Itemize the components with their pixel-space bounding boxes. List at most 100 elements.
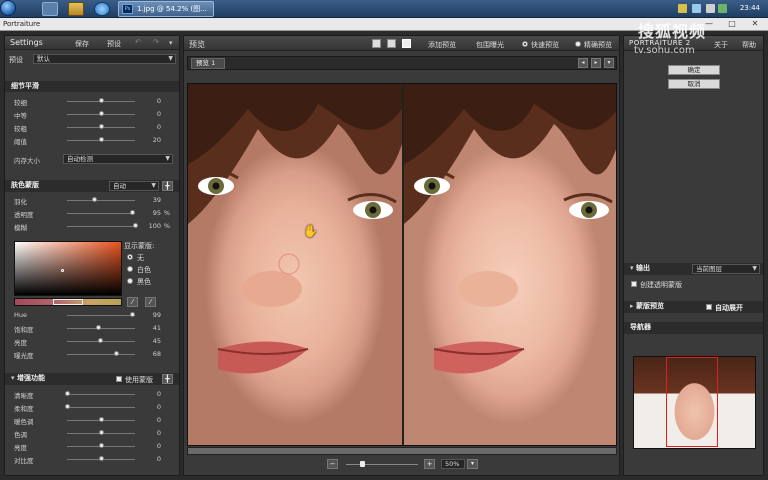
auto-expand-checkbox[interactable] xyxy=(706,304,712,310)
horizontal-scrollbar[interactable] xyxy=(187,447,617,455)
slider-value[interactable]: 0 xyxy=(157,390,161,398)
split-horizontal-icon[interactable] xyxy=(387,39,396,48)
preset-button[interactable]: 预设 xyxy=(107,39,121,49)
slider-knob[interactable] xyxy=(65,404,70,409)
zoom-slider-knob[interactable] xyxy=(360,461,365,467)
slider-value[interactable]: 41 xyxy=(153,324,161,332)
slider-knob[interactable] xyxy=(99,137,104,142)
zoom-out-button[interactable]: − xyxy=(327,459,338,469)
slider-value[interactable]: 99 xyxy=(153,311,161,319)
slider-value[interactable]: 0 xyxy=(157,455,161,463)
redo-icon[interactable]: ↷ xyxy=(153,38,159,46)
add-preview-button[interactable]: 添加预览 xyxy=(428,40,456,50)
clock[interactable]: 23:44 xyxy=(740,4,760,12)
slider-value[interactable]: 95 xyxy=(153,209,161,217)
help-link[interactable]: 帮助 xyxy=(742,40,756,50)
slider-knob[interactable] xyxy=(99,456,104,461)
slider-value[interactable]: 0 xyxy=(157,97,161,105)
output-dropdown[interactable]: 当前图层 ▼ xyxy=(692,264,760,274)
surround-light-button[interactable]: 包围曝光 xyxy=(476,40,504,50)
tray-network-icon[interactable] xyxy=(692,4,701,13)
slider-value[interactable]: 0 xyxy=(157,416,161,424)
undo-icon[interactable]: ↶ xyxy=(135,38,141,46)
slider-track[interactable] xyxy=(67,111,135,116)
show-mask-black-radio[interactable] xyxy=(127,278,133,284)
mask-picker-button[interactable]: ╋ xyxy=(162,181,173,191)
start-button-icon[interactable] xyxy=(0,0,16,16)
close-button[interactable]: ✕ xyxy=(744,19,766,30)
slider-knob[interactable] xyxy=(113,351,119,356)
tray-volume-icon[interactable] xyxy=(706,4,715,13)
slider-track[interactable] xyxy=(65,391,135,396)
slider-track[interactable] xyxy=(67,443,135,448)
minimize-button[interactable]: — xyxy=(698,19,720,30)
slider-knob[interactable] xyxy=(99,430,104,435)
slider-track[interactable] xyxy=(67,338,135,343)
slider-track[interactable] xyxy=(67,124,135,129)
slider-value[interactable]: 0 xyxy=(157,403,161,411)
slider-track[interactable] xyxy=(67,312,135,317)
color-cursor[interactable] xyxy=(61,269,64,272)
enhance-picker-button[interactable]: ╋ xyxy=(162,374,173,384)
slider-knob[interactable] xyxy=(99,443,104,448)
slider-knob[interactable] xyxy=(97,338,103,343)
slider-knob[interactable] xyxy=(129,210,135,215)
preset-dropdown[interactable]: 默认 ▼ xyxy=(33,54,176,64)
expand-arrow-icon[interactable]: ▸ xyxy=(630,302,634,310)
slider-value[interactable]: 0 xyxy=(157,429,161,437)
maximize-button[interactable]: □ xyxy=(721,19,743,30)
use-mask-checkbox[interactable] xyxy=(116,376,122,382)
slider-track[interactable] xyxy=(67,417,135,422)
slider-track[interactable] xyxy=(67,223,138,228)
save-button[interactable]: 保存 xyxy=(75,39,89,49)
collapse-arrow-icon[interactable]: ▾ xyxy=(630,264,634,272)
tray-shield-icon[interactable] xyxy=(678,4,687,13)
mask-mode-dropdown[interactable]: 自动 ▼ xyxy=(109,181,159,191)
color-field[interactable] xyxy=(14,241,122,296)
preview-image-area[interactable]: ✋ xyxy=(187,83,617,446)
preview-after[interactable] xyxy=(404,84,616,445)
menu-arrow-icon[interactable]: ▾ xyxy=(169,39,173,47)
slider-knob[interactable] xyxy=(99,124,104,129)
cancel-button[interactable]: 取消 xyxy=(668,79,720,89)
show-mask-white-radio[interactable] xyxy=(127,266,133,272)
eyedropper-minus-icon[interactable]: ⁄ xyxy=(145,297,156,307)
about-link[interactable]: 关于 xyxy=(714,40,728,50)
slider-knob[interactable] xyxy=(92,197,98,202)
slider-track[interactable] xyxy=(67,351,135,356)
slider-knob[interactable] xyxy=(99,98,104,103)
show-desktop-icon[interactable] xyxy=(42,2,58,16)
zoom-menu-icon[interactable]: ▾ xyxy=(467,459,478,469)
collapse-arrow-icon[interactable]: ▾ xyxy=(11,374,15,382)
slider-knob[interactable] xyxy=(99,111,104,116)
slider-track[interactable] xyxy=(67,98,135,103)
slider-track[interactable] xyxy=(67,210,135,215)
slider-value[interactable]: 45 xyxy=(153,337,161,345)
tab-next-icon[interactable]: ▸ xyxy=(591,58,601,68)
preview-before[interactable]: ✋ xyxy=(188,84,402,445)
slider-value[interactable]: 100 xyxy=(149,222,161,230)
zoom-value-field[interactable]: 50% xyxy=(441,459,465,469)
eyedropper-icon[interactable]: ⁄ xyxy=(127,297,138,307)
slider-track[interactable] xyxy=(67,456,135,461)
slider-knob[interactable] xyxy=(133,223,138,228)
slider-track[interactable] xyxy=(67,137,135,142)
photoshop-task-button[interactable]: Ps 1.jpg @ 54.2% (图... xyxy=(118,1,214,17)
tab-menu-icon[interactable]: ▾ xyxy=(604,58,614,68)
zoom-in-button[interactable]: + xyxy=(424,459,435,469)
slider-knob[interactable] xyxy=(99,417,104,422)
slider-knob[interactable] xyxy=(95,325,101,330)
accurate-preview-radio[interactable] xyxy=(575,41,581,47)
navigator-viewport[interactable] xyxy=(666,357,718,447)
slider-knob[interactable] xyxy=(129,312,135,317)
tab-preview-1[interactable]: 预览 1 xyxy=(191,58,225,69)
split-vertical-icon[interactable] xyxy=(402,39,411,48)
slider-value[interactable]: 0 xyxy=(157,442,161,450)
slider-knob[interactable] xyxy=(65,391,70,396)
slider-value[interactable]: 68 xyxy=(153,350,161,358)
browser-icon[interactable] xyxy=(94,2,110,16)
navigator-thumbnail[interactable] xyxy=(633,356,756,449)
slider-track[interactable] xyxy=(67,197,135,202)
slider-value[interactable]: 20 xyxy=(153,136,161,144)
hue-range-bar[interactable] xyxy=(14,298,122,306)
